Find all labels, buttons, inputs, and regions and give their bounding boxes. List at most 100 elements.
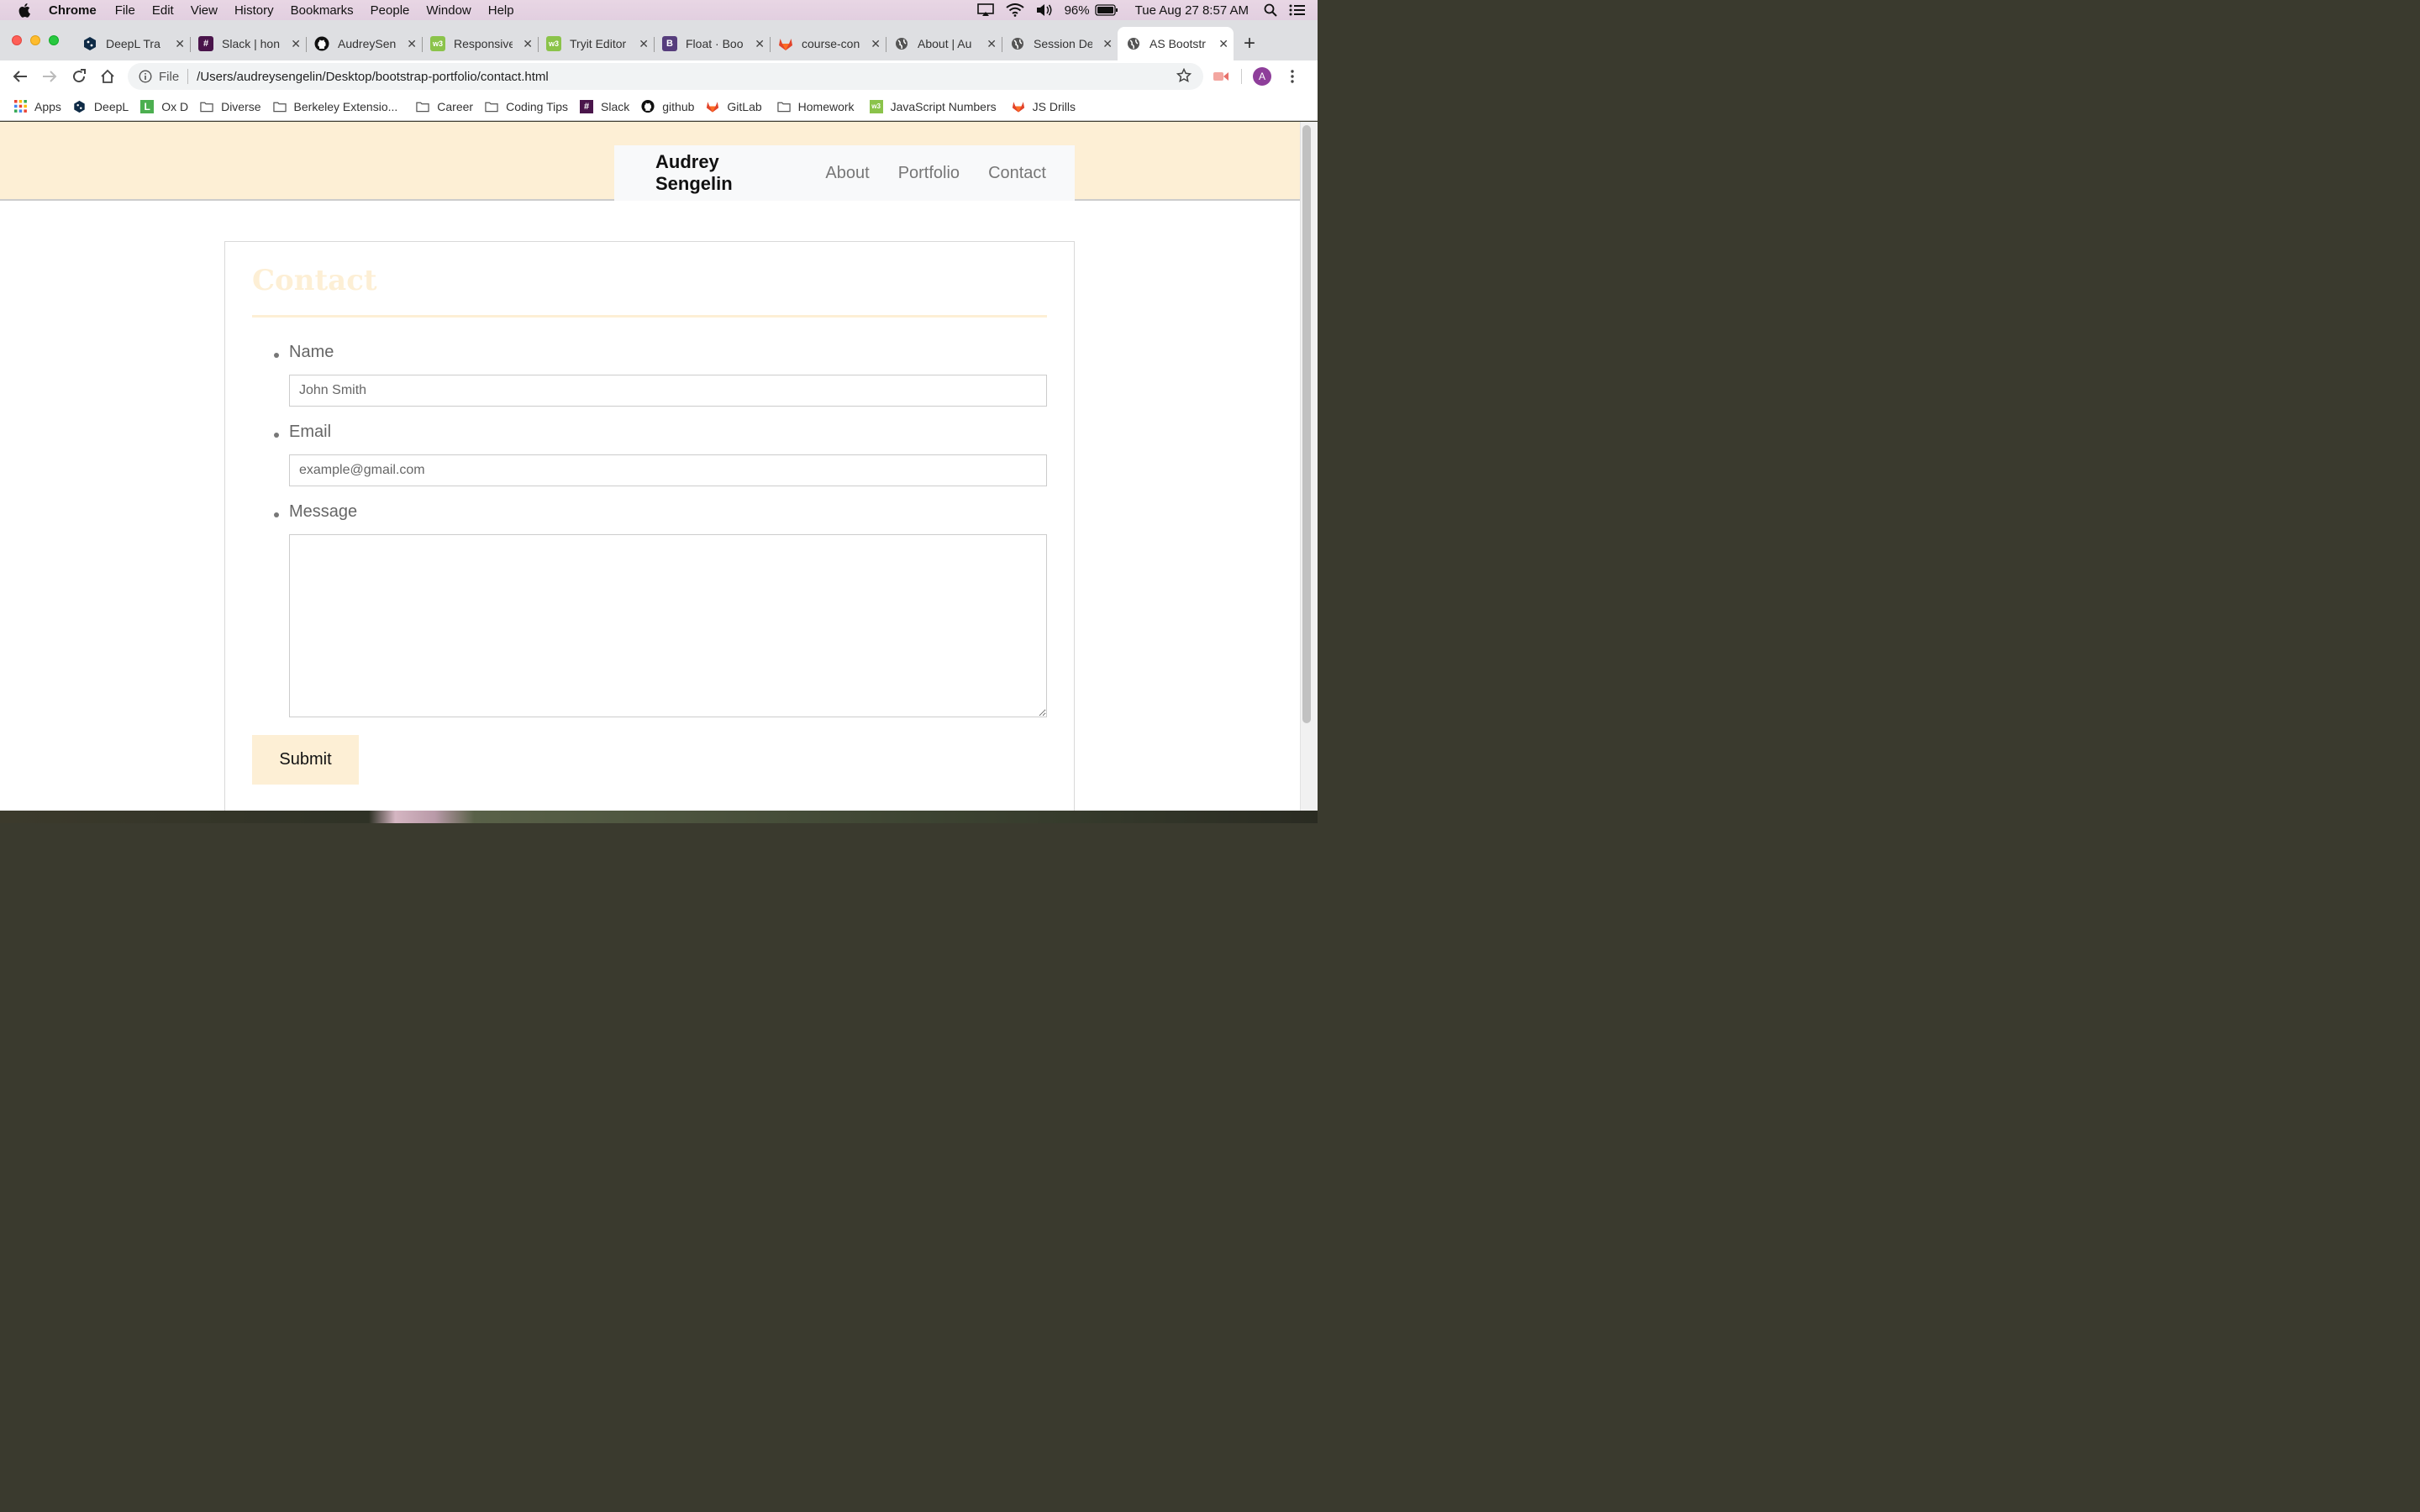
bookmark-javascript-numbers[interactable]: w3 JavaScript Numbers — [869, 99, 997, 113]
bookmark-folder-berkeley[interactable]: Berkeley Extensio... — [272, 100, 397, 113]
tab-title: About | Au — [918, 37, 972, 50]
nav-link-portfolio[interactable]: Portfolio — [898, 164, 960, 183]
tab-title: course-con — [802, 37, 860, 50]
w3schools-icon: w3 — [546, 36, 561, 51]
bookmark-folder-homework[interactable]: Homework — [776, 100, 855, 113]
tab-title: AudreySen — [338, 37, 397, 50]
close-tab-icon[interactable]: ✕ — [755, 37, 765, 51]
deepl-icon — [82, 36, 97, 51]
message-textarea[interactable] — [289, 534, 1047, 717]
close-tab-icon[interactable]: ✕ — [1218, 37, 1228, 51]
bookmark-folder-diverse[interactable]: Diverse — [200, 100, 261, 113]
tab-slack[interactable]: # Slack | hon ✕ — [190, 27, 307, 60]
email-input[interactable] — [289, 454, 1047, 486]
chrome-menu-icon[interactable] — [1283, 67, 1302, 86]
extension-cast-icon[interactable] — [1212, 67, 1230, 86]
bookmark-js-drills[interactable]: JS Drills — [1012, 100, 1076, 113]
menu-window[interactable]: Window — [426, 3, 471, 18]
bookmark-label: Slack — [601, 99, 630, 113]
list-bullet — [274, 512, 279, 517]
globe-icon — [1010, 36, 1025, 51]
list-bullet — [274, 433, 279, 438]
airplay-icon[interactable] — [976, 3, 994, 17]
menu-view[interactable]: View — [191, 3, 218, 18]
submit-button[interactable]: Submit — [252, 735, 359, 785]
bookmark-slack[interactable]: # Slack — [580, 99, 630, 113]
close-tab-icon[interactable]: ✕ — [871, 37, 881, 51]
profile-avatar[interactable]: A — [1253, 67, 1271, 86]
close-window-button[interactable] — [12, 35, 22, 45]
bookmark-ox-d[interactable]: L Ox D — [140, 99, 188, 113]
close-tab-icon[interactable]: ✕ — [175, 37, 185, 51]
volume-icon[interactable] — [1036, 3, 1053, 17]
wifi-icon[interactable] — [1005, 3, 1024, 17]
menu-file[interactable]: File — [115, 3, 135, 18]
menu-history[interactable]: History — [234, 3, 274, 18]
nav-link-about[interactable]: About — [825, 164, 869, 183]
tab-gitlab-course[interactable]: course-con ✕ — [770, 27, 886, 60]
notification-center-icon[interactable] — [1289, 3, 1306, 17]
back-button[interactable] — [11, 67, 29, 86]
minimize-window-button[interactable] — [30, 35, 40, 45]
zoom-window-button[interactable] — [49, 35, 59, 45]
folder-icon — [416, 100, 429, 113]
tab-tryit-editor[interactable]: w3 Tryit Editor ✕ — [538, 27, 655, 60]
tab-bootstrap-float[interactable]: B Float · Boo ✕ — [654, 27, 771, 60]
bookmark-label: github — [662, 99, 695, 113]
menu-people[interactable]: People — [371, 3, 410, 18]
bookmark-star-icon[interactable] — [1176, 67, 1192, 87]
bookmark-github[interactable]: github — [641, 100, 694, 113]
tab-title: Responsive — [454, 37, 513, 50]
url-text[interactable]: /Users/audreysengelin/Desktop/bootstrap-… — [197, 70, 549, 84]
tab-deepl[interactable]: DeepL Tra ✕ — [74, 27, 191, 60]
home-button[interactable] — [98, 67, 117, 86]
info-icon[interactable] — [139, 70, 152, 83]
battery-icon[interactable] — [1094, 4, 1118, 16]
address-bar[interactable]: File /Users/audreysengelin/Desktop/boots… — [128, 63, 1203, 90]
gitlab-icon — [778, 36, 793, 51]
github-icon — [314, 36, 329, 51]
tab-github[interactable]: AudreySen ✕ — [306, 27, 423, 60]
close-tab-icon[interactable]: ✕ — [291, 37, 301, 51]
bookmark-label: GitLab — [727, 99, 762, 113]
menubar-clock[interactable]: Tue Aug 27 8:57 AM — [1135, 3, 1249, 18]
w3schools-icon: w3 — [430, 36, 445, 51]
menu-bookmarks[interactable]: Bookmarks — [291, 3, 354, 18]
new-tab-button[interactable]: + — [1244, 32, 1255, 55]
bookmark-label: Apps — [34, 99, 61, 113]
forward-button[interactable] — [40, 67, 59, 86]
contact-card: Contact Name Email Message Submit — [224, 241, 1075, 811]
close-tab-icon[interactable]: ✕ — [1102, 37, 1113, 51]
menu-edit[interactable]: Edit — [152, 3, 174, 18]
bookmark-deepl[interactable]: DeepL — [73, 100, 129, 113]
menu-help[interactable]: Help — [488, 3, 514, 18]
bookmark-gitlab[interactable]: GitLab — [706, 99, 762, 113]
close-tab-icon[interactable]: ✕ — [986, 37, 997, 51]
page-scrollbar[interactable] — [1300, 122, 1318, 811]
desktop-wallpaper-strip — [0, 811, 1318, 823]
tab-as-bootstrap-active[interactable]: AS Bootstr ✕ — [1118, 27, 1234, 60]
apple-menu-icon[interactable] — [18, 3, 37, 18]
tab-responsive[interactable]: w3 Responsive ✕ — [422, 27, 539, 60]
scrollbar-thumb[interactable] — [1302, 125, 1311, 723]
nav-link-contact[interactable]: Contact — [988, 164, 1046, 183]
scheme-label: File — [159, 69, 180, 84]
reload-button[interactable] — [70, 67, 88, 86]
bookmarks-bar: Apps DeepL L Ox D Diverse Berkeley Exten… — [0, 92, 1318, 121]
name-input[interactable] — [289, 375, 1047, 407]
close-tab-icon[interactable]: ✕ — [407, 37, 417, 51]
bookmark-label: Career — [437, 99, 474, 113]
ox-icon: L — [140, 99, 155, 113]
tab-title: Slack | hon — [222, 37, 281, 50]
close-tab-icon[interactable]: ✕ — [523, 37, 533, 51]
bookmark-folder-career[interactable]: Career — [416, 100, 473, 113]
menu-app-name[interactable]: Chrome — [49, 3, 97, 18]
close-tab-icon[interactable]: ✕ — [639, 37, 649, 51]
deepl-icon — [73, 100, 87, 113]
bookmark-folder-coding-tips[interactable]: Coding Tips — [485, 100, 568, 113]
tab-about[interactable]: About | Au ✕ — [886, 27, 1002, 60]
tab-session[interactable]: Session De ✕ — [1002, 27, 1118, 60]
bookmark-apps[interactable]: Apps — [13, 100, 61, 113]
spotlight-search-icon[interactable] — [1264, 3, 1277, 17]
navbar-brand[interactable]: Audrey Sengelin — [655, 151, 790, 195]
